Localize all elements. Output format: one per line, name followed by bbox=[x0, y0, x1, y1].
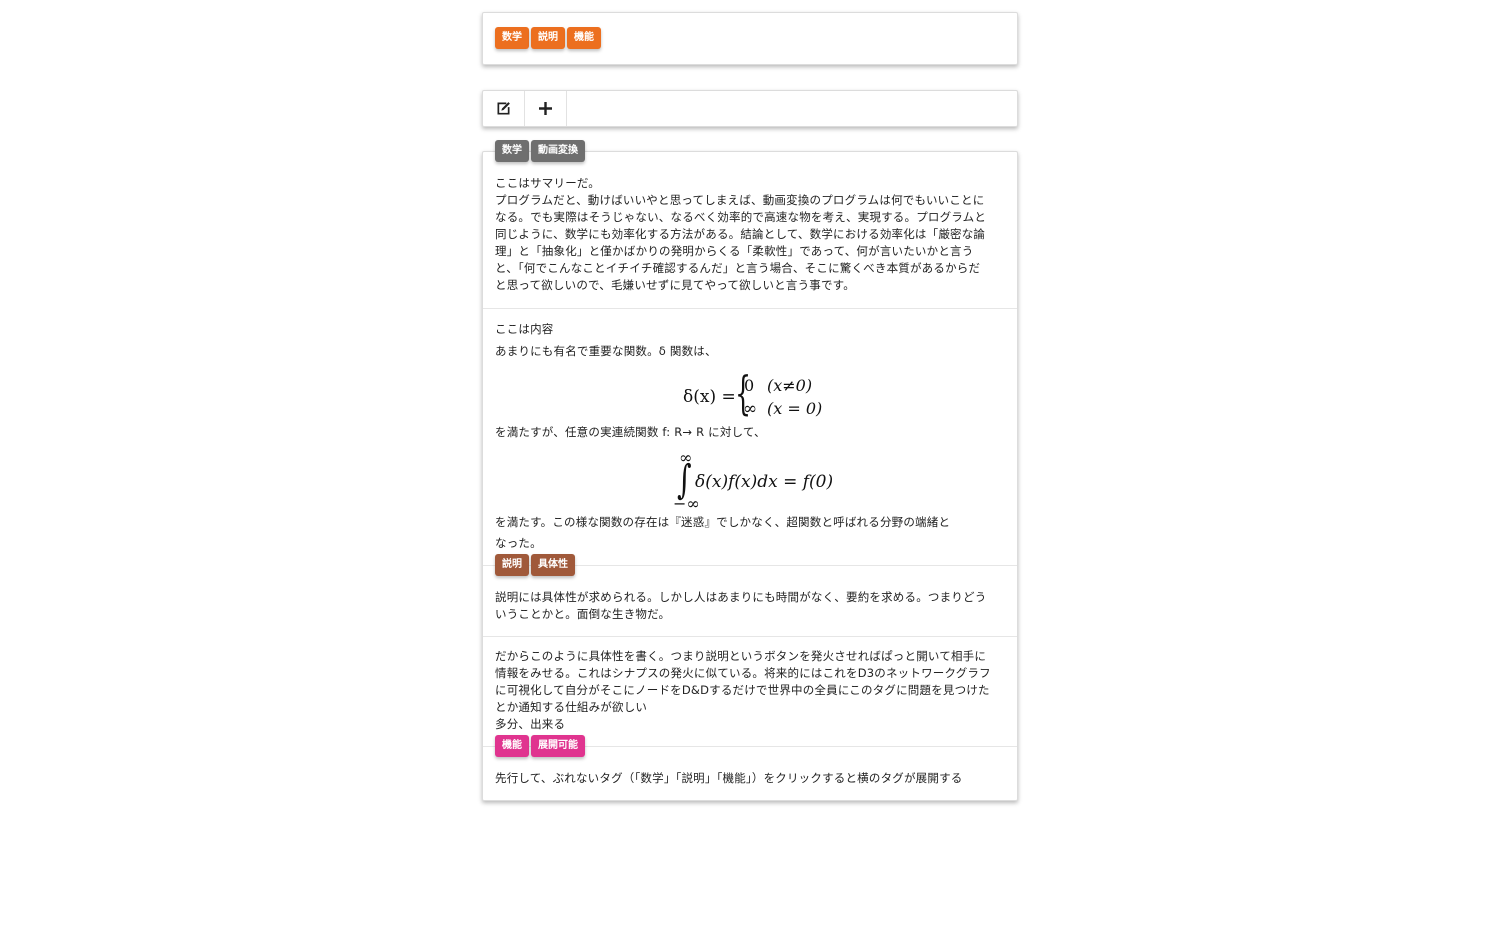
detail-line: だからこのように具体性を書く。つまり説明というボタンを発火させればぱっと開いて相… bbox=[495, 649, 987, 663]
feature-text: 先行して、ぶれないタグ（「数学」「説明」「機能」）をクリックすると横のタグが展開… bbox=[495, 771, 963, 785]
detail-line: に可視化して自分がそこにノードをD&Dするだけで世界中の全員にこのタグに問題を見… bbox=[495, 683, 990, 697]
detail-line: 多分、出来る bbox=[495, 717, 566, 731]
edit-icon bbox=[497, 102, 510, 115]
summary-line: と、「何でこんなことイチイチ確認するんだ」と言う場合、そこに驚くべき本質があるか… bbox=[495, 261, 981, 275]
delta-definition-formula: δ(x) = { 0 (x≠0) ∞ (x = 0) bbox=[683, 370, 833, 422]
tag-explanation[interactable]: 説明 bbox=[495, 554, 529, 576]
plus-icon bbox=[539, 102, 552, 115]
detail-line: とか通知する仕組みが欲しい bbox=[495, 700, 648, 714]
integral-body: δ(x)f(x)dx = f(0) bbox=[695, 472, 834, 492]
tag-concreteness[interactable]: 具体性 bbox=[531, 554, 575, 576]
explain-text: 説明には具体性が求められる。しかし人はあまりにも時間がなく、要約を求める。つまり… bbox=[495, 589, 1005, 623]
summary-line: 同じように、数学にも効率化する方法がある。結論として、数学における効率化は「厳密… bbox=[495, 227, 986, 241]
explain-tags: 説明 具体性 bbox=[495, 554, 577, 576]
detail-text: だからこのように具体性を書く。つまり説明というボタンを発火させればぱっと開いて相… bbox=[495, 648, 1005, 733]
summary-line: ここはサマリーだ。 bbox=[495, 176, 600, 190]
post-summary: ここはサマリーだ。 プログラムだと、動けばいいやと思ってしまえば、動画変換のプロ… bbox=[495, 175, 1005, 294]
integral-lower-limit: −∞ bbox=[673, 494, 700, 513]
content-outro: を満たす。この様な関数の存在は『迷惑』でしかなく、超関数と呼ばれる分野の端緒と … bbox=[495, 512, 1005, 554]
content-outro-line: なった。 bbox=[495, 536, 542, 550]
summary-line: なる。でも実際はそうじゃない、なるべく効率的で高速な物を考え、実現する。プログラ… bbox=[495, 210, 987, 224]
tag-math[interactable]: 数学 bbox=[495, 140, 529, 162]
summary-line: と思って欲しいので、毛嫌いせずに見てやって欲しいと言う事です。 bbox=[495, 278, 855, 292]
case1-value: 0 bbox=[744, 376, 755, 395]
top-tag-bar: 数学 説明 機能 bbox=[482, 12, 1018, 65]
case2-value: ∞ bbox=[743, 399, 758, 419]
tag-math[interactable]: 数学 bbox=[495, 27, 529, 49]
post-card: 数学 動画変換 ここはサマリーだ。 プログラムだと、動けばいいやと思ってしまえば… bbox=[482, 140, 1018, 801]
content-heading: ここは内容 bbox=[495, 322, 554, 336]
add-button[interactable] bbox=[525, 91, 567, 126]
tag-feature[interactable]: 機能 bbox=[567, 27, 601, 49]
summary-line: 理」と「抽象化」と僅かばかりの発明からくる「柔軟性」であって、何が言いたいかと言… bbox=[495, 244, 974, 258]
integral-formula: ∞ ∫ −∞ δ(x)f(x)dx = f(0) bbox=[673, 448, 843, 514]
tag-explanation[interactable]: 説明 bbox=[531, 27, 565, 49]
tag-expandable[interactable]: 展開可能 bbox=[531, 735, 585, 757]
divider bbox=[483, 636, 1017, 637]
case1-condition: (x≠0) bbox=[767, 376, 813, 395]
divider bbox=[483, 308, 1017, 309]
explain-line: 説明には具体性が求められる。しかし人はあまりにも時間がなく、要約を求める。つまり… bbox=[495, 590, 987, 604]
toolbar bbox=[482, 90, 1018, 127]
detail-line: 情報をみせる。これはシナプスの発火に似ている。将来的にはこれをD3のネットワーク… bbox=[495, 666, 991, 680]
content-middle: を満たすが、任意の実連続関数 f: R→ R に対して、 bbox=[495, 425, 766, 439]
tag-video-conversion[interactable]: 動画変換 bbox=[531, 140, 585, 162]
feature-tags: 機能 展開可能 bbox=[495, 735, 587, 757]
tag-feature[interactable]: 機能 bbox=[495, 735, 529, 757]
post-tags: 数学 動画変換 bbox=[495, 140, 587, 162]
case2-condition: (x = 0) bbox=[767, 399, 823, 418]
content-intro: あまりにも有名で重要な関数。δ 関数は、 bbox=[495, 344, 717, 358]
explain-line: いうことかと。面倒な生き物だ。 bbox=[495, 607, 671, 621]
edit-button[interactable] bbox=[483, 91, 525, 126]
summary-line: プログラムだと、動けばいいやと思ってしまえば、動画変換のプログラムは何でもいいこ… bbox=[495, 193, 985, 207]
formula-lhs: δ(x) = bbox=[683, 387, 736, 407]
content-outro-line: を満たす。この様な関数の存在は『迷惑』でしかなく、超関数と呼ばれる分野の端緒と bbox=[495, 515, 951, 529]
